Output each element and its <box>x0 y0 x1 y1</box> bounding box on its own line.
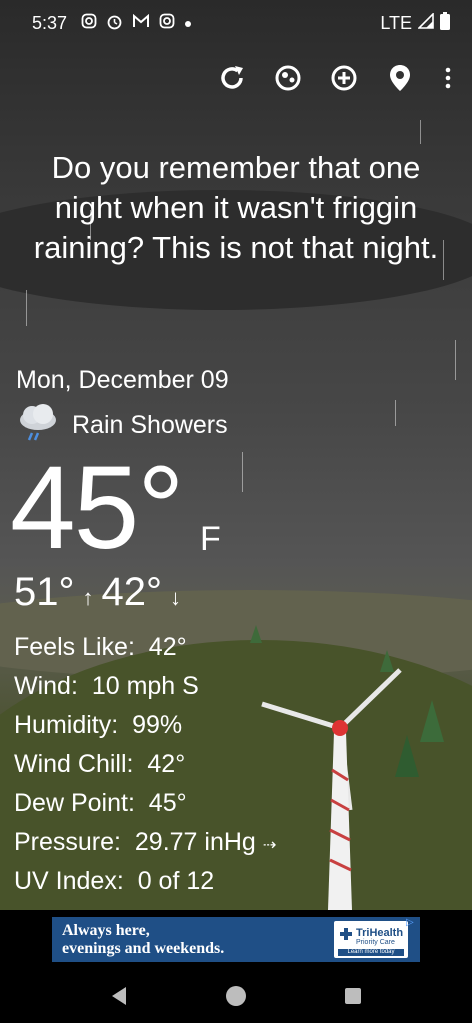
detail-value: 10 mph S <box>91 672 199 700</box>
ad-logo: TriHealth Priority Care Learn more today <box>334 921 408 958</box>
temperature-unit: F <box>200 520 221 558</box>
detail-label: Pressure: <box>14 828 121 856</box>
navigation-bar <box>0 968 472 1023</box>
gmail-icon <box>132 13 150 32</box>
current-temperature: 45° <box>10 442 184 574</box>
detail-row-feels-like: Feels Like: 42° <box>14 628 276 667</box>
instagram-icon <box>81 13 97 33</box>
ad-headline-line-2: evenings and weekends. <box>62 939 225 957</box>
instagram-icon <box>159 13 175 33</box>
detail-row-wind-chill: Wind Chill: 42° <box>14 745 276 784</box>
notification-icons <box>81 13 192 34</box>
adchoices-icon[interactable]: ▷ <box>406 917 418 929</box>
detail-value: 42° <box>147 750 186 778</box>
detail-label: Wind Chill: <box>14 750 134 778</box>
arrow-down-icon: ↓ <box>170 585 181 610</box>
detail-label: Humidity: <box>14 711 119 739</box>
back-icon[interactable] <box>108 985 130 1007</box>
arrow-up-icon: ↑ <box>82 585 94 610</box>
ad-brand-sub: Priority Care <box>356 939 395 946</box>
refresh-icon[interactable] <box>214 60 250 96</box>
condition-label: Rain Showers <box>72 411 228 439</box>
battery-icon <box>440 11 450 35</box>
raindrop <box>395 400 396 426</box>
theme-icon[interactable] <box>270 60 306 96</box>
detail-label: UV Index: <box>14 867 124 895</box>
home-icon[interactable] <box>225 985 247 1007</box>
detail-value: 99% <box>132 711 183 739</box>
detail-label: Feels Like: <box>14 633 135 661</box>
detail-label: Wind: <box>14 672 78 700</box>
network-type: LTE <box>380 12 412 33</box>
detail-row-wind: Wind: 10 mph S <box>14 667 276 706</box>
trihealth-cross-icon <box>340 928 352 940</box>
toolbar <box>214 60 458 96</box>
raindrop <box>420 120 421 144</box>
forecast-date: Mon, December 09 <box>16 366 229 394</box>
status-time: 5:37 <box>32 12 68 33</box>
detail-value: 42° <box>148 633 187 661</box>
raindrop <box>242 452 243 492</box>
high-low: 51° ↑ 42° ↓ <box>14 570 181 615</box>
detail-row-pressure: Pressure: 29.77 inHg ⇢ <box>14 823 276 862</box>
more-vert-icon[interactable] <box>438 60 458 96</box>
location-icon[interactable] <box>382 60 418 96</box>
detail-row-dew-point: Dew Point: 45° <box>14 784 276 823</box>
signal-icon <box>417 11 434 34</box>
tree <box>420 700 444 742</box>
ad-brand: TriHealth <box>356 927 404 939</box>
detail-value: 45° <box>148 789 187 817</box>
raindrop <box>26 290 27 326</box>
high-temp: 51° <box>14 570 75 614</box>
add-icon[interactable] <box>326 60 362 96</box>
ad-banner[interactable]: Always here, evenings and weekends. TriH… <box>52 917 420 962</box>
detail-value: 29.77 inHg <box>134 828 256 856</box>
dot-icon <box>184 15 192 32</box>
ad-cta: Learn more today <box>338 949 404 956</box>
low-temp: 42° <box>101 570 163 614</box>
weather-details: Feels Like: 42° Wind: 10 mph S Humidity:… <box>14 628 276 901</box>
detail-row-uv-index: UV Index: 0 of 12 <box>14 862 276 901</box>
recents-icon[interactable] <box>342 985 364 1007</box>
status-right: LTE <box>380 11 450 35</box>
alarm-icon <box>106 13 123 34</box>
ad-headline-line-1: Always here, <box>62 921 150 939</box>
weather-message: Do you remember that one night when it w… <box>33 150 439 265</box>
detail-label: Dew Point: <box>14 789 135 817</box>
detail-row-humidity: Humidity: 99% <box>14 706 276 745</box>
pressure-steady-icon: ⇢ <box>262 837 277 854</box>
detail-value: 0 of 12 <box>137 867 215 895</box>
raindrop <box>455 340 456 380</box>
ad-headline: Always here, evenings and weekends. <box>62 922 224 958</box>
status-bar: 5:37 LTE <box>0 0 472 46</box>
ad-container: Always here, evenings and weekends. TriH… <box>0 910 472 968</box>
